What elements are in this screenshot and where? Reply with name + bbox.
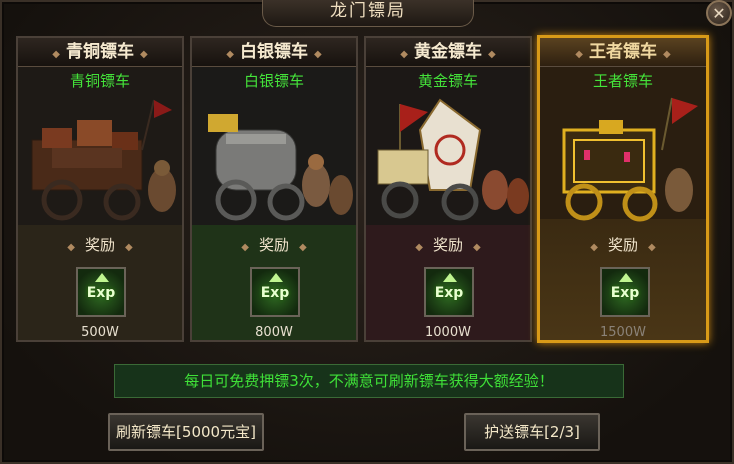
card-name: 白银镖车 — [240, 42, 308, 62]
escort-cart-button[interactable]: 护送镖车[2/3] — [464, 413, 600, 451]
card-header: ◆ 白银镖车 ◆ — [192, 38, 356, 67]
notice-banner: 每日可免费押镖3次，不满意可刷新镖车获得大额经验！ — [114, 364, 624, 398]
close-icon[interactable]: ✕ — [706, 0, 732, 26]
cart-card-king[interactable]: ◆ 王者镖车 ◆ 王者镖车 ◆ 奖励 ◆ Exp 1500W — [537, 35, 709, 343]
reward-label: ◆ 奖励 ◆ — [415, 236, 481, 254]
reward-label: ◆ 奖励 ◆ — [590, 236, 656, 254]
exp-icon[interactable]: Exp — [600, 267, 650, 317]
exp-icon[interactable]: Exp — [250, 267, 300, 317]
gold-cart-image — [377, 98, 529, 221]
window-title: 龙门镖局 — [262, 0, 474, 27]
reward-label: ◆ 奖励 ◆ — [67, 236, 133, 254]
reward-value: 1000W — [425, 325, 471, 340]
card-header: ◆ 青铜镖车 ◆ — [18, 38, 182, 67]
exp-icon[interactable]: Exp — [76, 267, 126, 317]
reward-label: ◆ 奖励 ◆ — [241, 236, 307, 254]
reward-value: 800W — [255, 325, 293, 340]
exp-icon[interactable]: Exp — [424, 267, 474, 317]
reward-section: ◆ 奖励 ◆ Exp 1000W — [366, 226, 530, 340]
cart-card-silver[interactable]: ◆ 白银镖车 ◆ 白银镖车 ◆ 奖励 ◆ Exp 800W — [190, 36, 358, 342]
reward-value: 500W — [81, 325, 119, 340]
card-subtitle: 白银镖车 — [243, 72, 304, 90]
card-subtitle: 黄金镖车 — [417, 72, 478, 90]
silver-cart-image — [208, 114, 353, 221]
card-name: 黄金镖车 — [414, 42, 482, 62]
card-subtitle: 青铜镖车 — [69, 72, 130, 90]
bronze-cart-image — [31, 99, 176, 221]
card-subtitle: 王者镖车 — [592, 72, 653, 90]
cart-card-gold[interactable]: ◆ 黄金镖车 ◆ 黄金镖车 ◆ 奖励 ◆ Exp 1000W — [364, 36, 532, 342]
refresh-cart-button[interactable]: 刷新镖车[5000元宝] — [108, 413, 264, 451]
reward-section: ◆ 奖励 ◆ Exp 800W — [192, 226, 356, 340]
card-name: 青铜镖车 — [66, 42, 134, 62]
king-cart-image — [562, 97, 698, 222]
card-header: ◆ 黄金镖车 ◆ — [366, 38, 530, 67]
reward-section: ◆ 奖励 ◆ Exp 1500W — [540, 226, 706, 340]
reward-value: 1500W — [600, 325, 646, 340]
exp-icon-text: Exp — [610, 285, 640, 301]
card-name: 王者镖车 — [589, 42, 657, 62]
cart-card-bronze[interactable]: ◆ 青铜镖车 ◆ 青铜镖车 ◆ 奖励 ◆ Exp 500W — [16, 36, 184, 342]
exp-icon-text: Exp — [434, 285, 464, 301]
card-header: ◆ 王者镖车 ◆ — [540, 38, 706, 67]
exp-icon-text: Exp — [260, 285, 290, 301]
exp-icon-text: Exp — [86, 285, 116, 301]
reward-section: ◆ 奖励 ◆ Exp 500W — [18, 226, 182, 340]
